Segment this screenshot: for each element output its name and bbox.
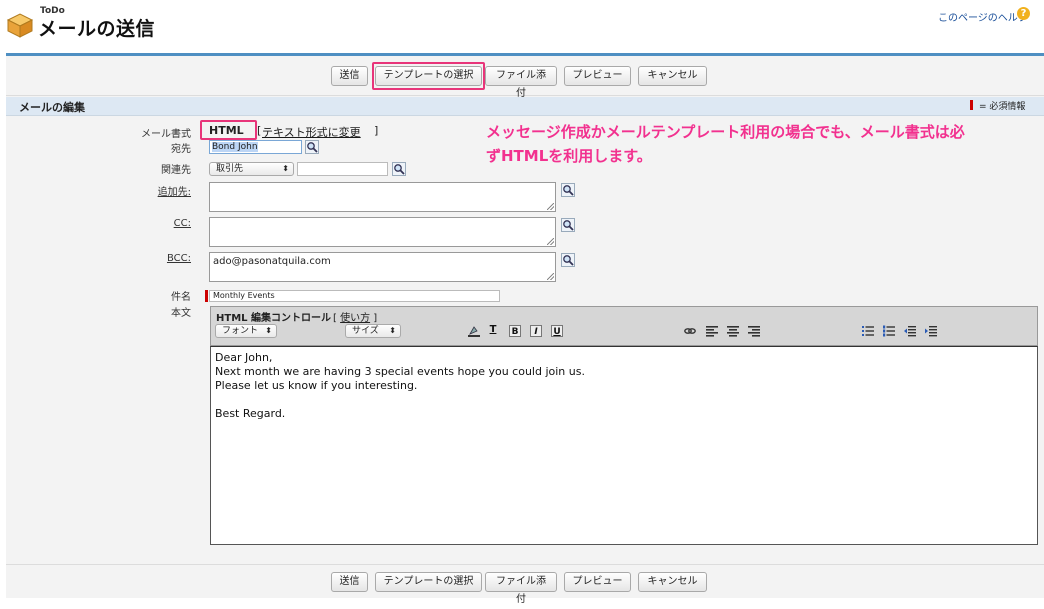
bcc-lookup-icon[interactable] <box>561 253 575 267</box>
editor-title: HTML 編集コントロール <box>216 313 331 324</box>
to-lookup-icon[interactable] <box>305 140 319 154</box>
italic-icon[interactable]: I <box>530 325 542 337</box>
related-type-value: 取引先 <box>216 164 244 174</box>
resize-grip-icon[interactable] <box>547 238 554 245</box>
bold-icon[interactable]: B <box>509 325 521 337</box>
preview-button-bottom[interactable]: プレビュー <box>564 572 631 592</box>
bcc-value: ado@pasonatquila.com <box>213 256 331 267</box>
body-line: Next month we are having 3 special event… <box>215 365 585 378</box>
required-legend: = 必須情報 <box>979 102 1026 112</box>
select-template-button-bottom[interactable]: テンプレートの選択 <box>375 572 482 592</box>
todo-box-icon <box>6 13 34 38</box>
cc-label: CC: <box>173 218 191 229</box>
align-right-icon[interactable] <box>748 325 760 337</box>
bcc-textarea[interactable]: ado@pasonatquila.com <box>209 252 556 282</box>
annotation-line-2: ずHTMLを利用します。 <box>486 147 652 165</box>
annotation-line-1: メッセージ作成かメールテンプレート利用の場合でも、メール書式は必 <box>486 123 965 141</box>
body-label: 本文 <box>171 308 191 319</box>
subject-required-marker <box>205 290 208 302</box>
editor-how-to: [ 使い方 ] <box>333 313 378 324</box>
align-left-icon[interactable] <box>706 325 718 337</box>
to-field[interactable]: Bond John <box>209 140 302 154</box>
subject-label: 件名 <box>171 292 191 303</box>
select-arrows-icon: ⬍ <box>389 326 396 335</box>
related-label: 関連先 <box>161 165 191 176</box>
switch-text-format-link[interactable]: テキスト形式に変更 <box>262 124 361 140</box>
attach-file-button[interactable]: ファイル添付 <box>485 66 557 99</box>
related-input[interactable] <box>297 162 388 176</box>
font-select[interactable]: フォント ⬍ <box>215 324 277 338</box>
additional-to-lookup-icon[interactable] <box>561 183 575 197</box>
cancel-button[interactable]: キャンセル <box>638 66 707 86</box>
resize-grip-icon[interactable] <box>547 203 554 210</box>
background-color-icon[interactable] <box>468 325 480 337</box>
subject-input[interactable]: Monthly Events <box>209 290 500 302</box>
body-line <box>215 393 1033 407</box>
select-arrows-icon: ⬍ <box>265 326 272 335</box>
format-label: メール書式 <box>141 129 191 140</box>
select-arrows-icon: ⬍ <box>282 164 289 173</box>
numbered-list-icon[interactable] <box>883 325 895 337</box>
bottom-button-bar: 送信 テンプレートの選択 ファイル添付 プレビュー キャンセル <box>6 564 1044 605</box>
help-icon[interactable]: ? <box>1017 7 1030 20</box>
required-marker <box>970 100 973 110</box>
to-label: 宛先 <box>171 144 191 155</box>
annotation-text: メッセージ作成かメールテンプレート利用の場合でも、メール書式は必 ずHTMLを利… <box>486 120 1026 168</box>
attach-file-button-bottom[interactable]: ファイル添付 <box>485 572 557 605</box>
body-line: Best Regard. <box>215 407 286 420</box>
font-select-value: フォント <box>222 326 259 336</box>
size-select[interactable]: サイズ ⬍ <box>345 324 401 338</box>
related-type-select[interactable]: 取引先 ⬍ <box>209 162 294 176</box>
resize-grip-icon[interactable] <box>547 273 554 280</box>
send-button-bottom[interactable]: 送信 <box>331 572 368 592</box>
body-line: Dear John, <box>215 351 273 364</box>
underline-icon[interactable]: U <box>551 325 563 337</box>
cancel-button-bottom[interactable]: キャンセル <box>638 572 707 592</box>
help-link[interactable]: このページのヘルプ <box>938 9 1028 24</box>
top-button-bar: 送信 テンプレートの選択 ファイル添付 プレビュー キャンセル <box>6 56 1044 99</box>
indent-icon[interactable] <box>925 325 937 337</box>
editor-how-to-link[interactable]: 使い方 <box>340 313 370 324</box>
outdent-icon[interactable] <box>904 325 916 337</box>
preview-button[interactable]: プレビュー <box>564 66 631 86</box>
send-button[interactable]: 送信 <box>331 66 368 86</box>
section-title: メールの編集 <box>19 101 85 114</box>
email-edit-panel: 送信 テンプレートの選択 ファイル添付 プレビュー キャンセル メールの編集 =… <box>6 53 1044 605</box>
format-highlight <box>200 120 257 140</box>
bcc-label: BCC: <box>166 253 191 264</box>
to-value: Bond John <box>212 142 258 152</box>
additional-to-label: 追加先: <box>157 187 191 198</box>
section-header <box>6 97 1044 116</box>
align-center-icon[interactable] <box>727 325 739 337</box>
template-button-highlight <box>372 62 485 90</box>
text-color-icon[interactable]: T <box>487 324 499 336</box>
format-close-bracket: ] <box>374 124 379 137</box>
size-select-value: サイズ <box>352 326 379 336</box>
additional-to-textarea[interactable] <box>209 182 556 212</box>
email-body-editor[interactable]: Dear John, Next month we are having 3 sp… <box>210 346 1038 545</box>
link-icon[interactable] <box>684 325 696 337</box>
page-title: メールの送信 <box>38 18 156 40</box>
related-lookup-icon[interactable] <box>392 162 406 176</box>
cc-textarea[interactable] <box>209 217 556 247</box>
bullet-list-icon[interactable] <box>862 325 874 337</box>
body-line: Please let us know if you interesting. <box>215 379 418 392</box>
format-open-bracket: [ <box>257 124 262 137</box>
cc-lookup-icon[interactable] <box>561 218 575 232</box>
